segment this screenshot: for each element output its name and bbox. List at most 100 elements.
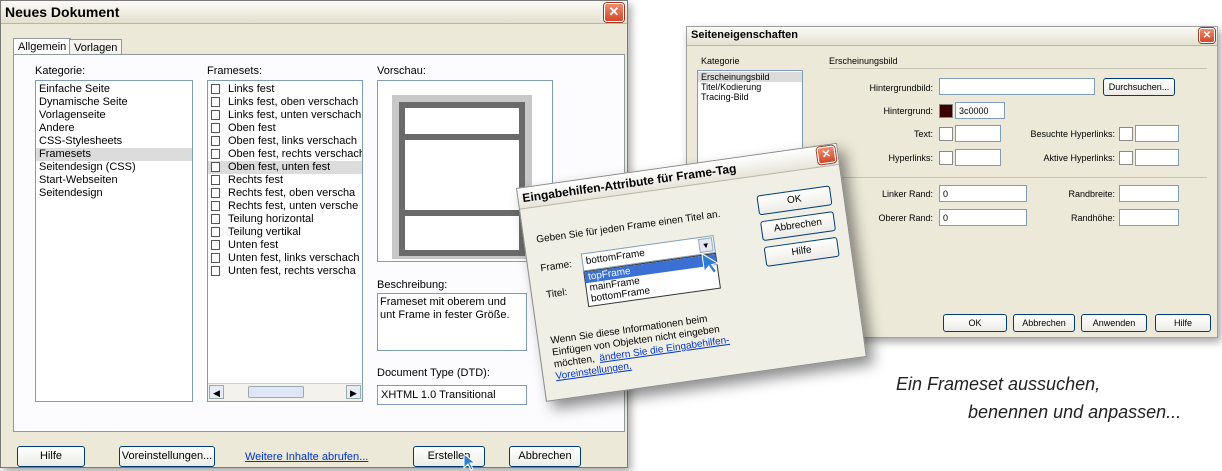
frameset-file-icon — [211, 175, 220, 185]
list-item[interactable]: Dynamische Seite — [36, 96, 192, 109]
list-item[interactable]: Vorlagenseite — [36, 109, 192, 122]
abbrechen-button[interactable]: Abbrechen — [760, 211, 837, 242]
list-item[interactable]: Oben fest, rechts verschach — [208, 148, 362, 161]
list-item[interactable]: Titel/Kodierung — [698, 82, 802, 92]
besuchte-color-swatch[interactable] — [1119, 127, 1133, 141]
list-item-label: Links fest — [228, 83, 275, 95]
scroll-thumb[interactable] — [248, 386, 304, 398]
frameset-file-icon — [211, 149, 220, 159]
framesets-label: Framesets: — [207, 65, 263, 77]
list-item-selected[interactable]: Erscheinungsbild — [698, 72, 802, 82]
hintergrund-color-swatch[interactable] — [939, 104, 953, 118]
frame-label: Frame: — [539, 259, 573, 275]
kategorie-label: Kategorie: — [35, 65, 86, 77]
caption-line-1: Ein Frameset aussuchen, — [896, 374, 1101, 394]
scroll-left-icon[interactable]: ◀ — [209, 385, 224, 399]
doctype-select[interactable]: XHTML 1.0 Transitional — [377, 385, 527, 405]
voreinstellungen-button[interactable]: Voreinstellungen... — [119, 446, 215, 467]
doctype-label: Document Type (DTD): — [377, 367, 490, 379]
frameset-file-icon — [211, 188, 220, 198]
frameset-file-icon — [211, 201, 220, 211]
text-color-swatch[interactable] — [939, 127, 953, 141]
kategorie-label: Kategorie — [701, 56, 740, 66]
ok-button[interactable]: OK — [756, 185, 833, 216]
list-item[interactable]: Unten fest, rechts verscha — [208, 265, 362, 278]
hilfe-button[interactable]: Hilfe — [1155, 314, 1211, 332]
list-item[interactable]: Teilung horizontal — [208, 213, 362, 226]
list-item[interactable]: Oben fest, links verschach — [208, 135, 362, 148]
weitere-inhalte-link[interactable]: Weitere Inhalte abrufen... — [245, 451, 368, 463]
anwenden-button[interactable]: Anwenden — [1081, 314, 1147, 332]
list-item[interactable]: Rechts fest, unten versche — [208, 200, 362, 213]
oberer-rand-label: Oberer Rand: — [878, 213, 933, 223]
frameset-file-icon — [211, 240, 220, 250]
list-item[interactable]: Teilung vertikal — [208, 226, 362, 239]
section-title: Erscheinungsbild — [829, 56, 898, 66]
list-item-label: Teilung horizontal — [228, 213, 314, 225]
list-item-label: Teilung vertikal — [228, 226, 301, 238]
durchsuchen-button[interactable]: Durchsuchen... — [1103, 78, 1175, 96]
text-color-input[interactable] — [955, 125, 1001, 142]
beschreibung-text: Frameset mit oberem und unt Frame in fes… — [377, 293, 527, 351]
frameset-file-icon — [211, 227, 220, 237]
frameset-file-icon — [211, 214, 220, 224]
besuchte-hyperlinks-label: Besuchte Hyperlinks: — [1030, 129, 1115, 139]
hyperlinks-color-swatch[interactable] — [939, 151, 953, 165]
list-item-label: Links fest, oben verschach — [228, 96, 359, 108]
list-item-selected[interactable]: Framesets — [36, 148, 192, 161]
list-item-label: Links fest, unten verschachl — [228, 109, 363, 121]
scroll-right-icon[interactable]: ▶ — [346, 385, 361, 399]
tab-vorlagen[interactable]: Vorlagen — [69, 39, 123, 55]
hintergrundbild-input[interactable] — [939, 78, 1095, 95]
randbreite-input[interactable] — [1119, 185, 1179, 202]
list-item[interactable]: Einfache Seite — [36, 83, 192, 96]
close-icon[interactable]: ✕ — [1199, 28, 1215, 43]
kategorie-list[interactable]: Einfache Seite Dynamische Seite Vorlagen… — [35, 80, 193, 402]
list-item[interactable]: Rechts fest, oben verscha — [208, 187, 362, 200]
list-item[interactable]: Oben fest — [208, 122, 362, 135]
randbreite-label: Randbreite: — [1068, 189, 1115, 199]
list-item[interactable]: Links fest — [208, 83, 362, 96]
besuchte-color-input[interactable] — [1135, 125, 1179, 142]
aktive-color-swatch[interactable] — [1119, 151, 1133, 165]
abbrechen-button[interactable]: Abbrechen — [509, 446, 581, 467]
oberer-rand-input[interactable]: 0 — [939, 209, 1027, 226]
list-item[interactable]: Links fest, unten verschachl — [208, 109, 362, 122]
linker-rand-input[interactable]: 0 — [939, 185, 1027, 202]
dialog-title: Seiteneigenschaften — [691, 29, 798, 41]
horizontal-scrollbar[interactable]: ◀ ▶ — [208, 383, 362, 401]
randhoehe-input[interactable] — [1119, 209, 1179, 226]
list-item[interactable]: Andere — [36, 122, 192, 135]
close-icon[interactable]: ✕ — [604, 3, 624, 22]
list-item[interactable]: CSS-Stylesheets — [36, 135, 192, 148]
list-item[interactable]: Tracing-Bild — [698, 92, 802, 102]
list-item-label: Unten fest — [228, 239, 279, 251]
hilfe-button[interactable]: Hilfe — [17, 446, 85, 467]
hintergrund-value-input[interactable]: 3c0000 — [955, 102, 1005, 119]
list-item[interactable]: Unten fest, links verschach — [208, 252, 362, 265]
hyperlinks-label: Hyperlinks: — [888, 153, 933, 163]
frameset-file-icon — [211, 253, 220, 263]
list-item-label: Oben fest, unten fest — [228, 161, 331, 173]
title-bar[interactable]: Neues Dokument ✕ — [1, 1, 627, 24]
list-item[interactable]: Rechts fest — [208, 174, 362, 187]
abbrechen-button[interactable]: Abbrechen — [1013, 314, 1075, 332]
ok-button[interactable]: OK — [943, 314, 1007, 332]
close-icon[interactable]: ✕ — [816, 145, 837, 165]
hyperlinks-color-input[interactable] — [955, 149, 1001, 166]
aktive-color-input[interactable] — [1135, 149, 1179, 166]
randhoehe-label: Randhöhe: — [1070, 213, 1115, 223]
list-item-label: Oben fest — [228, 122, 276, 134]
list-item-label: Oben fest, rechts verschach — [228, 148, 363, 160]
list-item[interactable]: Seitendesign (CSS) — [36, 161, 192, 174]
hilfe-button[interactable]: Hilfe — [763, 236, 840, 267]
list-item[interactable]: Seitendesign — [36, 187, 192, 200]
list-item-label: Unten fest, rechts verscha — [228, 265, 356, 277]
tab-allgemein[interactable]: Allgemein — [13, 38, 72, 55]
list-item[interactable]: Start-Webseiten — [36, 174, 192, 187]
framesets-list[interactable]: Links fest Links fest, oben verschach Li… — [207, 80, 363, 402]
list-item-selected[interactable]: Oben fest, unten fest — [208, 161, 362, 174]
list-item[interactable]: Links fest, oben verschach — [208, 96, 362, 109]
list-item[interactable]: Unten fest — [208, 239, 362, 252]
title-bar[interactable]: Seiteneigenschaften ✕ — [687, 27, 1217, 46]
